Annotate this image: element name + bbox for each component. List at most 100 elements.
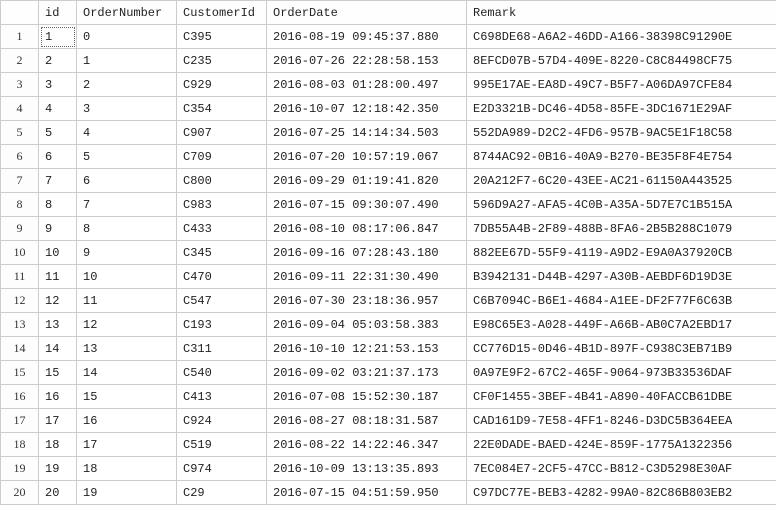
row-number[interactable]: 17 (1, 409, 39, 433)
row-number[interactable]: 14 (1, 337, 39, 361)
table-row[interactable]: 171716C9242016-08-27 08:18:31.587CAD161D… (1, 409, 776, 433)
row-number[interactable]: 10 (1, 241, 39, 265)
cell-customerid[interactable]: C413 (177, 385, 267, 409)
header-id[interactable]: id (39, 1, 77, 25)
cell-remark[interactable]: E98C65E3-A028-449F-A66B-AB0C7A2EBD17 (467, 313, 776, 337)
row-number[interactable]: 9 (1, 217, 39, 241)
cell-orderdate[interactable]: 2016-08-22 14:22:46.347 (267, 433, 467, 457)
cell-customerid[interactable]: C519 (177, 433, 267, 457)
table-row[interactable]: 202019C292016-07-15 04:51:59.950C97DC77E… (1, 481, 776, 505)
cell-remark[interactable]: 7EC084E7-2CF5-47CC-B812-C3D5298E30AF (467, 457, 776, 481)
cell-id[interactable]: 14 (39, 337, 77, 361)
table-row[interactable]: 110C3952016-08-19 09:45:37.880C698DE68-A… (1, 25, 776, 49)
cell-ordernumber[interactable]: 5 (77, 145, 177, 169)
table-row[interactable]: 111110C4702016-09-11 22:31:30.490B394213… (1, 265, 776, 289)
cell-orderdate[interactable]: 2016-10-09 13:13:35.893 (267, 457, 467, 481)
cell-customerid[interactable]: C547 (177, 289, 267, 313)
row-number[interactable]: 8 (1, 193, 39, 217)
cell-ordernumber[interactable]: 9 (77, 241, 177, 265)
cell-ordernumber[interactable]: 18 (77, 457, 177, 481)
row-number[interactable]: 20 (1, 481, 39, 505)
cell-id[interactable]: 10 (39, 241, 77, 265)
cell-customerid[interactable]: C235 (177, 49, 267, 73)
row-number[interactable]: 11 (1, 265, 39, 289)
cell-customerid[interactable]: C354 (177, 97, 267, 121)
header-ordernumber[interactable]: OrderNumber (77, 1, 177, 25)
table-row[interactable]: 665C7092016-07-20 10:57:19.0678744AC92-0… (1, 145, 776, 169)
cell-remark[interactable]: 596D9A27-AFA5-4C0B-A35A-5D7E7C1B515A (467, 193, 776, 217)
cell-customerid[interactable]: C929 (177, 73, 267, 97)
cell-customerid[interactable]: C345 (177, 241, 267, 265)
row-number[interactable]: 4 (1, 97, 39, 121)
cell-ordernumber[interactable]: 14 (77, 361, 177, 385)
cell-orderdate[interactable]: 2016-07-08 15:52:30.187 (267, 385, 467, 409)
table-row[interactable]: 443C3542016-10-07 12:18:42.350E2D3321B-D… (1, 97, 776, 121)
cell-remark[interactable]: B3942131-D44B-4297-A30B-AEBDF6D19D3E (467, 265, 776, 289)
table-row[interactable]: 141413C3112016-10-10 12:21:53.153CC776D1… (1, 337, 776, 361)
cell-id[interactable]: 20 (39, 481, 77, 505)
cell-orderdate[interactable]: 2016-07-30 23:18:36.957 (267, 289, 467, 313)
row-number[interactable]: 5 (1, 121, 39, 145)
cell-ordernumber[interactable]: 8 (77, 217, 177, 241)
cell-customerid[interactable]: C433 (177, 217, 267, 241)
cell-orderdate[interactable]: 2016-07-26 22:28:58.153 (267, 49, 467, 73)
cell-id[interactable]: 3 (39, 73, 77, 97)
cell-orderdate[interactable]: 2016-09-16 07:28:43.180 (267, 241, 467, 265)
cell-customerid[interactable]: C800 (177, 169, 267, 193)
cell-customerid[interactable]: C709 (177, 145, 267, 169)
cell-orderdate[interactable]: 2016-09-29 01:19:41.820 (267, 169, 467, 193)
cell-remark[interactable]: 8EFCD07B-57D4-409E-8220-C8C84498CF75 (467, 49, 776, 73)
cell-ordernumber[interactable]: 4 (77, 121, 177, 145)
cell-orderdate[interactable]: 2016-09-04 05:03:58.383 (267, 313, 467, 337)
cell-remark[interactable]: C6B7094C-B6E1-4684-A1EE-DF2F77F6C63B (467, 289, 776, 313)
cell-remark[interactable]: 0A97E9F2-67C2-465F-9064-973B33536DAF (467, 361, 776, 385)
cell-ordernumber[interactable]: 19 (77, 481, 177, 505)
cell-ordernumber[interactable]: 15 (77, 385, 177, 409)
header-customerid[interactable]: CustomerId (177, 1, 267, 25)
cell-id[interactable]: 5 (39, 121, 77, 145)
cell-customerid[interactable]: C907 (177, 121, 267, 145)
cell-ordernumber[interactable]: 7 (77, 193, 177, 217)
cell-orderdate[interactable]: 2016-07-15 04:51:59.950 (267, 481, 467, 505)
cell-orderdate[interactable]: 2016-08-03 01:28:00.497 (267, 73, 467, 97)
row-number[interactable]: 19 (1, 457, 39, 481)
cell-ordernumber[interactable]: 11 (77, 289, 177, 313)
cell-remark[interactable]: 7DB55A4B-2F89-488B-8FA6-2B5B288C1079 (467, 217, 776, 241)
cell-ordernumber[interactable]: 13 (77, 337, 177, 361)
cell-remark[interactable]: CF0F1455-3BEF-4B41-A890-40FACCB61DBE (467, 385, 776, 409)
cell-id[interactable]: 1 (39, 25, 77, 49)
row-number[interactable]: 15 (1, 361, 39, 385)
cell-remark[interactable]: 552DA989-D2C2-4FD6-957B-9AC5E1F18C58 (467, 121, 776, 145)
cell-orderdate[interactable]: 2016-08-10 08:17:06.847 (267, 217, 467, 241)
cell-ordernumber[interactable]: 0 (77, 25, 177, 49)
cell-remark[interactable]: CC776D15-0D46-4B1D-897F-C938C3EB71B9 (467, 337, 776, 361)
cell-orderdate[interactable]: 2016-09-02 03:21:37.173 (267, 361, 467, 385)
cell-remark[interactable]: 995E17AE-EA8D-49C7-B5F7-A06DA97CFE84 (467, 73, 776, 97)
table-row[interactable]: 221C2352016-07-26 22:28:58.1538EFCD07B-5… (1, 49, 776, 73)
cell-orderdate[interactable]: 2016-07-15 09:30:07.490 (267, 193, 467, 217)
cell-orderdate[interactable]: 2016-10-07 12:18:42.350 (267, 97, 467, 121)
table-row[interactable]: 776C8002016-09-29 01:19:41.82020A212F7-6… (1, 169, 776, 193)
row-number[interactable]: 6 (1, 145, 39, 169)
cell-ordernumber[interactable]: 10 (77, 265, 177, 289)
cell-customerid[interactable]: C540 (177, 361, 267, 385)
cell-id[interactable]: 17 (39, 409, 77, 433)
table-row[interactable]: 131312C1932016-09-04 05:03:58.383E98C65E… (1, 313, 776, 337)
table-row[interactable]: 10109C3452016-09-16 07:28:43.180882EE67D… (1, 241, 776, 265)
cell-orderdate[interactable]: 2016-10-10 12:21:53.153 (267, 337, 467, 361)
cell-id[interactable]: 19 (39, 457, 77, 481)
table-row[interactable]: 887C9832016-07-15 09:30:07.490596D9A27-A… (1, 193, 776, 217)
cell-orderdate[interactable]: 2016-09-11 22:31:30.490 (267, 265, 467, 289)
row-number[interactable]: 7 (1, 169, 39, 193)
table-row[interactable]: 121211C5472016-07-30 23:18:36.957C6B7094… (1, 289, 776, 313)
cell-id[interactable]: 18 (39, 433, 77, 457)
cell-customerid[interactable]: C924 (177, 409, 267, 433)
header-rownum[interactable] (1, 1, 39, 25)
cell-remark[interactable]: 882EE67D-55F9-4119-A9D2-E9A0A37920CB (467, 241, 776, 265)
cell-id[interactable]: 15 (39, 361, 77, 385)
cell-ordernumber[interactable]: 17 (77, 433, 177, 457)
cell-ordernumber[interactable]: 3 (77, 97, 177, 121)
row-number[interactable]: 1 (1, 25, 39, 49)
cell-customerid[interactable]: C29 (177, 481, 267, 505)
cell-id[interactable]: 2 (39, 49, 77, 73)
